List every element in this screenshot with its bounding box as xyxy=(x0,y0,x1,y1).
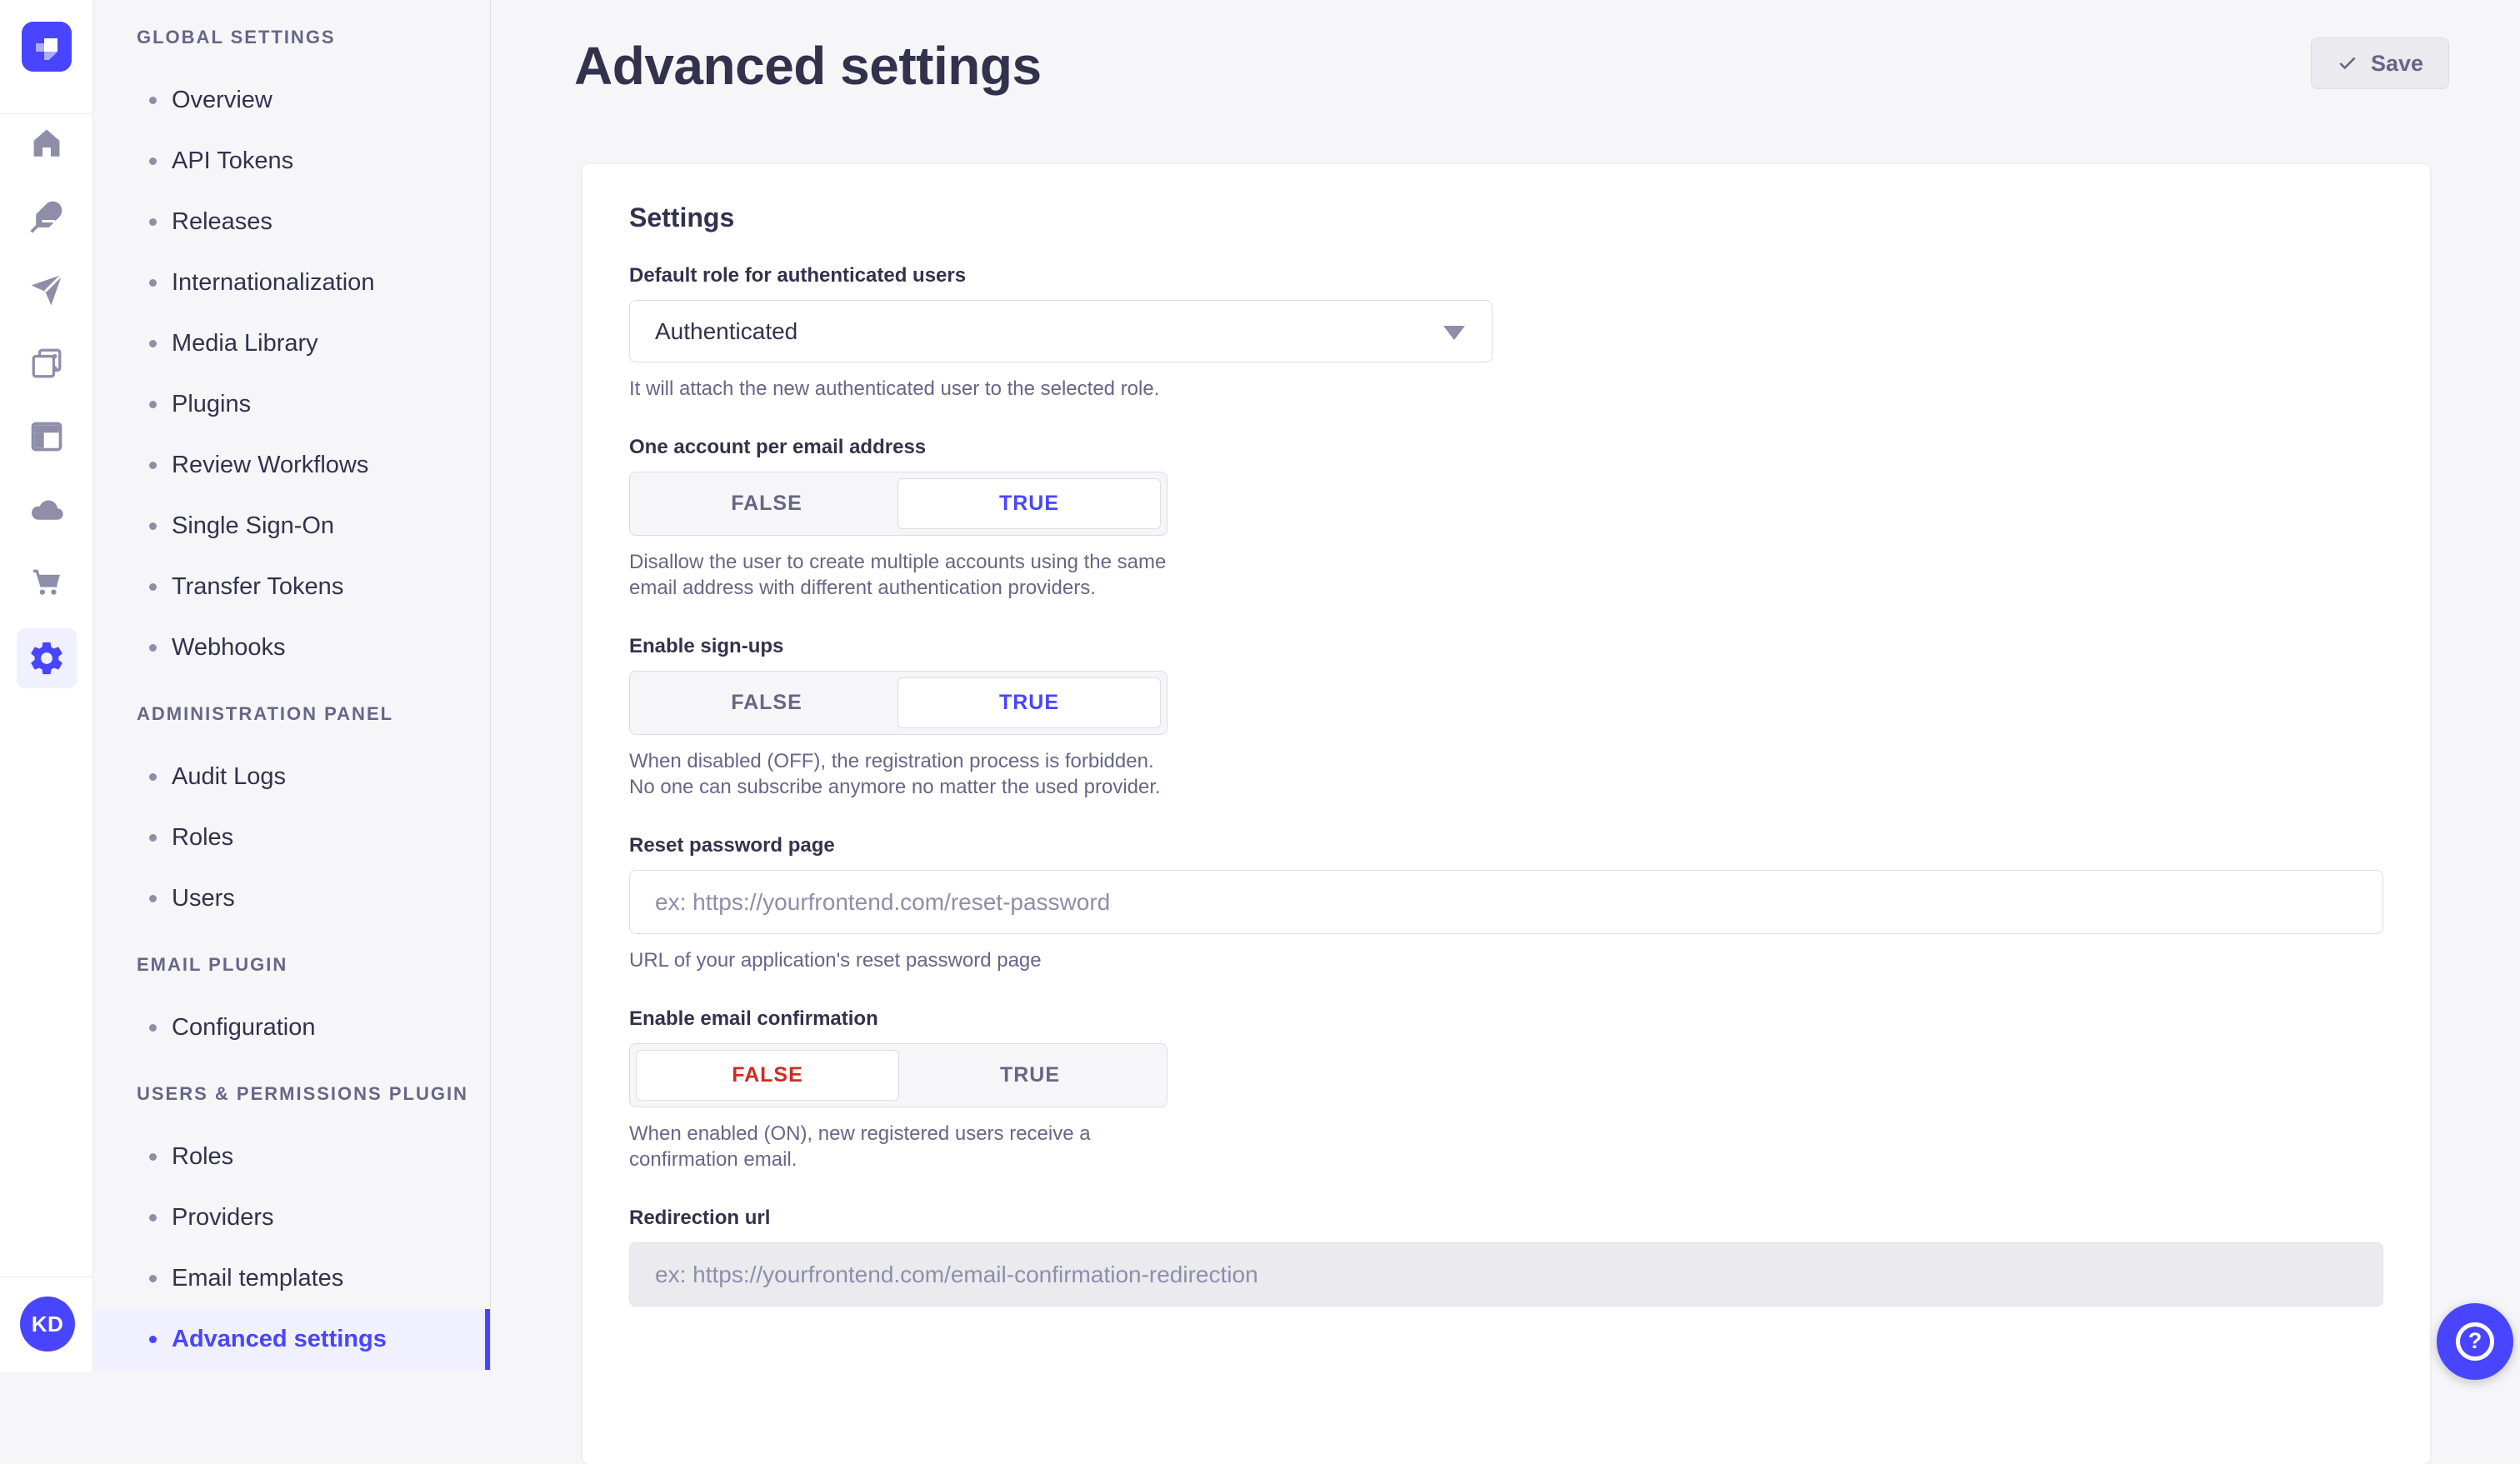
media-library-icon[interactable] xyxy=(28,345,65,382)
sidebar-item-configuration[interactable]: Configuration xyxy=(93,997,490,1058)
email-confirmation-hint: When enabled (ON), new registered users … xyxy=(629,1121,1175,1172)
bullet-icon xyxy=(149,1024,157,1032)
sign-ups-true-option[interactable]: TRUE xyxy=(898,677,1161,728)
save-button[interactable]: Save xyxy=(2311,37,2449,89)
one-account-toggle: FALSE TRUE xyxy=(629,472,1168,536)
section-title-email-plugin: EMAIL PLUGIN xyxy=(137,954,490,976)
reset-password-input[interactable] xyxy=(629,870,2383,934)
bullet-icon xyxy=(149,834,157,842)
one-account-label: One account per email address xyxy=(629,435,2383,460)
redirection-url-input xyxy=(629,1242,2383,1307)
section-title-global-settings: GLOBAL SETTINGS xyxy=(137,27,490,48)
bullet-icon xyxy=(149,1153,157,1161)
default-role-select[interactable]: Authenticated xyxy=(629,300,1492,362)
sidebar-item-single-sign-on[interactable]: Single Sign-On xyxy=(93,496,490,557)
bullet-icon xyxy=(149,1275,157,1282)
reset-password-label: Reset password page xyxy=(629,833,2383,858)
one-account-true-option[interactable]: TRUE xyxy=(898,478,1161,529)
sidebar-item-admin-roles[interactable]: Roles xyxy=(93,807,490,868)
field-default-role: Default role for authenticated users Aut… xyxy=(629,263,2383,402)
sidebar-item-plugins[interactable]: Plugins xyxy=(93,374,490,435)
sidebar-item-overview[interactable]: Overview xyxy=(93,70,490,131)
layout-icon[interactable] xyxy=(28,418,65,455)
check-icon xyxy=(2337,52,2358,74)
field-email-confirmation: Enable email confirmation FALSE TRUE Whe… xyxy=(629,1007,2383,1172)
sidebar-item-audit-logs[interactable]: Audit Logs xyxy=(93,747,490,807)
default-role-hint: It will attach the new authenticated use… xyxy=(629,376,2383,402)
default-role-value: Authenticated xyxy=(655,318,798,345)
sign-ups-label: Enable sign-ups xyxy=(629,634,2383,659)
sidebar-item-webhooks[interactable]: Webhooks xyxy=(93,617,490,678)
bullet-icon xyxy=(149,218,157,226)
email-confirmation-false-option[interactable]: FALSE xyxy=(636,1050,899,1101)
one-account-hint: Disallow the user to create multiple acc… xyxy=(629,549,1175,601)
bullet-icon xyxy=(149,644,157,652)
section-title-users-permissions-plugin: USERS & PERMISSIONS PLUGIN xyxy=(137,1083,490,1105)
sidebar-item-providers[interactable]: Providers xyxy=(93,1187,490,1248)
settings-heading: Settings xyxy=(629,164,2383,233)
sidebar-item-email-templates[interactable]: Email templates xyxy=(93,1248,490,1309)
user-avatar[interactable]: KD xyxy=(20,1297,75,1352)
sidebar-item-media-library[interactable]: Media Library xyxy=(93,313,490,374)
chevron-down-icon xyxy=(1443,326,1465,340)
field-one-account: One account per email address FALSE TRUE… xyxy=(629,435,2383,601)
rail-divider xyxy=(0,113,93,114)
bullet-icon xyxy=(149,895,157,902)
sign-ups-false-option[interactable]: FALSE xyxy=(636,677,898,728)
page-title: Advanced settings xyxy=(574,35,1042,97)
home-icon[interactable] xyxy=(28,125,65,162)
main-content: Advanced settings Save Settings Default … xyxy=(491,0,2520,1372)
sidebar-item-releases[interactable]: Releases xyxy=(93,192,490,252)
field-sign-ups: Enable sign-ups FALSE TRUE When disabled… xyxy=(629,634,2383,800)
send-icon[interactable] xyxy=(28,272,65,308)
bullet-icon xyxy=(149,462,157,469)
field-redirection-url: Redirection url xyxy=(629,1206,2383,1307)
bullet-icon xyxy=(149,522,157,530)
sign-ups-toggle: FALSE TRUE xyxy=(629,671,1168,735)
sidebar-item-internationalization[interactable]: Internationalization xyxy=(93,252,490,313)
sidebar-item-api-tokens[interactable]: API Tokens xyxy=(93,131,490,192)
settings-gear-icon[interactable] xyxy=(17,628,77,688)
settings-card: Settings Default role for authenticated … xyxy=(582,164,2430,1464)
cloud-icon[interactable] xyxy=(28,492,65,528)
bullet-icon xyxy=(149,1214,157,1222)
bullet-icon xyxy=(149,279,157,287)
sign-ups-hint: When disabled (OFF), the registration pr… xyxy=(629,748,1175,800)
settings-sidebar: GLOBAL SETTINGS Overview API Tokens Rele… xyxy=(93,0,491,1372)
sidebar-item-transfer-tokens[interactable]: Transfer Tokens xyxy=(93,557,490,617)
bullet-icon xyxy=(149,157,157,165)
help-button[interactable]: ? xyxy=(2437,1303,2513,1380)
email-confirmation-toggle: FALSE TRUE xyxy=(629,1043,1168,1107)
bullet-icon xyxy=(149,97,157,104)
field-reset-password: Reset password page URL of your applicat… xyxy=(629,833,2383,973)
bullet-icon xyxy=(149,340,157,347)
email-confirmation-label: Enable email confirmation xyxy=(629,1007,2383,1032)
redirection-url-label: Redirection url xyxy=(629,1206,2383,1231)
reset-password-hint: URL of your application's reset password… xyxy=(629,947,2383,973)
sidebar-item-review-workflows[interactable]: Review Workflows xyxy=(93,435,490,496)
question-icon: ? xyxy=(2456,1322,2494,1361)
bullet-icon xyxy=(149,773,157,781)
bullet-icon xyxy=(149,401,157,408)
bullet-icon xyxy=(149,1336,157,1343)
icon-rail: KD xyxy=(0,0,93,1372)
email-confirmation-true-option[interactable]: TRUE xyxy=(899,1050,1161,1101)
sidebar-item-users[interactable]: Users xyxy=(93,868,490,929)
content-feather-icon[interactable] xyxy=(28,198,65,235)
default-role-label: Default role for authenticated users xyxy=(629,263,2383,288)
marketplace-cart-icon[interactable] xyxy=(28,565,65,602)
bullet-icon xyxy=(149,583,157,591)
section-title-administration-panel: ADMINISTRATION PANEL xyxy=(137,703,490,725)
sidebar-item-up-roles[interactable]: Roles xyxy=(93,1127,490,1187)
sidebar-item-advanced-settings[interactable]: Advanced settings xyxy=(93,1309,490,1370)
one-account-false-option[interactable]: FALSE xyxy=(636,478,898,529)
strapi-logo[interactable] xyxy=(22,22,72,72)
